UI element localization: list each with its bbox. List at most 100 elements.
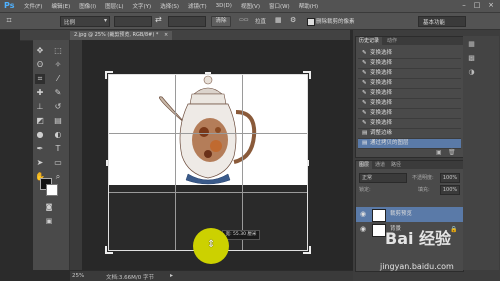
document-tab[interactable]: 2.jpg @ 25% (裁剪预览, RGB/8#) * × (70, 31, 173, 40)
menu-filter[interactable]: 滤镜(T) (188, 2, 207, 10)
background-color-swatch[interactable] (46, 184, 58, 196)
history-item[interactable]: ✎ 变换选择 (358, 59, 461, 69)
tab-layers[interactable]: 图层 (356, 161, 373, 169)
new-snapshot-icon[interactable]: ▣ (436, 149, 442, 156)
brush-icon: ✎ (362, 110, 367, 116)
doc-size: 文档:3.66M/0 字节 (106, 275, 154, 281)
close-tab-icon[interactable]: × (164, 32, 168, 38)
history-item[interactable]: ✎ 变换选择 (358, 49, 461, 59)
adjustments-panel-icon[interactable]: ◑ (467, 68, 476, 77)
layers-panel: 图层 通道 路径 正常 不透明度: 100% 锁定: 填充: 100% ◉ 裁剪… (355, 160, 464, 272)
fill-label: 填充: (418, 187, 430, 193)
marquee-tool-icon[interactable]: ⬚ (53, 46, 63, 56)
straighten-icon[interactable]: ▭▭ (239, 17, 248, 23)
height-field[interactable] (168, 16, 206, 27)
menu-type[interactable]: 文字(Y) (133, 2, 152, 10)
eraser-tool-icon[interactable]: ◩ (35, 116, 45, 126)
workspace-switcher[interactable]: 基本功能 (418, 16, 466, 27)
tab-history[interactable]: 历史记录 (356, 37, 383, 45)
move-tool-icon[interactable]: ✥ (35, 46, 45, 56)
brush-icon: ✎ (362, 70, 367, 76)
tab-paths[interactable]: 路径 (388, 161, 404, 169)
clone-stamp-tool-icon[interactable]: ⊥ (35, 102, 45, 112)
zoom-level[interactable]: 25% (72, 273, 84, 279)
settings-gear-icon[interactable]: ⚙ (290, 16, 296, 24)
status-arrow-icon[interactable]: ▸ (170, 272, 173, 279)
history-item[interactable]: ✎ 变换选择 (358, 109, 461, 119)
crop-handle-right[interactable] (307, 160, 309, 166)
menu-edit[interactable]: 编辑(E) (51, 2, 70, 10)
brush-tool-icon[interactable]: ✎ (53, 88, 63, 98)
blur-tool-icon[interactable]: ● (35, 130, 45, 140)
history-item[interactable]: ▤ 调整边缘 (358, 129, 461, 139)
dodge-tool-icon[interactable]: ◐ (53, 130, 63, 140)
straighten-button[interactable]: 拉直 (255, 17, 266, 25)
eye-icon[interactable]: ◉ (360, 222, 366, 237)
resize-cursor-icon: ⇕ (207, 239, 216, 250)
width-field[interactable] (114, 16, 152, 27)
crop-handle-top[interactable] (205, 72, 211, 74)
brush-icon: ✎ (362, 60, 367, 66)
eye-icon[interactable]: ◉ (360, 207, 366, 222)
zoom-tool-icon[interactable]: ⌕ (53, 172, 63, 182)
shape-tool-icon[interactable]: ▭ (53, 158, 63, 168)
minimize-button[interactable]: – (458, 1, 470, 10)
crop-grid-line (175, 75, 176, 250)
menu-help[interactable]: 帮助(H) (299, 2, 318, 10)
chevron-down-icon: ▾ (103, 17, 107, 24)
swatches-panel-icon[interactable]: ▩ (467, 54, 476, 63)
quick-mask-icon[interactable]: ◙ (44, 202, 54, 212)
history-item-selected[interactable]: ▤ 通过拷贝的图层 (358, 139, 461, 149)
menu-3d[interactable]: 3D(D) (216, 3, 232, 9)
close-window-button[interactable]: × (485, 1, 497, 10)
gradient-tool-icon[interactable]: ▤ (53, 116, 63, 126)
color-panel-icon[interactable]: ▦ (467, 40, 476, 49)
brush-icon: ✎ (362, 80, 367, 86)
blend-mode-dropdown[interactable]: 正常 (359, 173, 407, 183)
menu-view[interactable]: 视图(V) (241, 2, 260, 10)
history-item[interactable]: ✎ 变换选择 (358, 79, 461, 89)
tab-channels[interactable]: 通道 (372, 161, 388, 169)
screen-mode-icon[interactable]: ▣ (44, 216, 54, 226)
crop-tool-icon[interactable]: ⌗ (35, 74, 45, 84)
trash-icon[interactable]: 🗑 (448, 149, 456, 156)
magic-wand-tool-icon[interactable]: ✧ (53, 60, 63, 70)
tab-actions[interactable]: 动作 (384, 37, 400, 45)
menu-window[interactable]: 窗口(W) (269, 2, 290, 10)
swap-icon[interactable]: ⇄ (155, 15, 162, 24)
history-item[interactable]: ✎ 变换选择 (358, 89, 461, 99)
layer-thumbnail (372, 209, 386, 222)
menu-select[interactable]: 选择(S) (160, 2, 179, 10)
history-item[interactable]: ✎ 变换选择 (358, 69, 461, 79)
crop-handle-top-left[interactable] (105, 71, 113, 79)
ratio-dropdown[interactable]: 比例 ▾ (60, 16, 110, 27)
pen-tool-icon[interactable]: ✒ (35, 144, 45, 154)
menu-file[interactable]: 文件(F) (24, 2, 42, 10)
crop-handle-bottom-left[interactable] (105, 246, 113, 254)
crop-handle-left[interactable] (106, 160, 108, 166)
history-item[interactable]: ✎ 变换选择 (358, 119, 461, 129)
fill-field[interactable]: 100% (440, 185, 460, 195)
crop-tool-icon[interactable]: ⌗ (4, 16, 14, 26)
opacity-label: 不透明度: (412, 175, 434, 181)
layer-row-selected[interactable]: ◉ 裁剪预览 (356, 207, 463, 222)
maximize-button[interactable]: □ (471, 1, 483, 10)
crop-box[interactable] (108, 74, 308, 251)
lasso-tool-icon[interactable]: ʘ (35, 60, 45, 70)
clear-button[interactable]: 清除 (211, 16, 231, 27)
crop-handle-top-right[interactable] (303, 71, 311, 79)
crop-handle-bottom-right[interactable] (303, 246, 311, 254)
type-tool-icon[interactable]: T (53, 144, 63, 154)
history-brush-tool-icon[interactable]: ↺ (53, 102, 63, 112)
grid-overlay-icon[interactable]: ▦ (275, 16, 282, 24)
opacity-field[interactable]: 100% (440, 173, 460, 183)
delete-cropped-checkbox[interactable] (307, 18, 315, 26)
eyedropper-tool-icon[interactable]: ⁄ (53, 74, 63, 84)
history-item[interactable]: ✎ 变换选择 (358, 99, 461, 109)
path-selection-tool-icon[interactable]: ➤ (35, 158, 45, 168)
healing-brush-tool-icon[interactable]: ✚ (35, 88, 45, 98)
brush-icon: ✎ (362, 120, 367, 126)
menu-image[interactable]: 图像(I) (79, 2, 96, 10)
menu-layer[interactable]: 图层(L) (105, 2, 123, 10)
app-logo: Ps (4, 1, 15, 10)
